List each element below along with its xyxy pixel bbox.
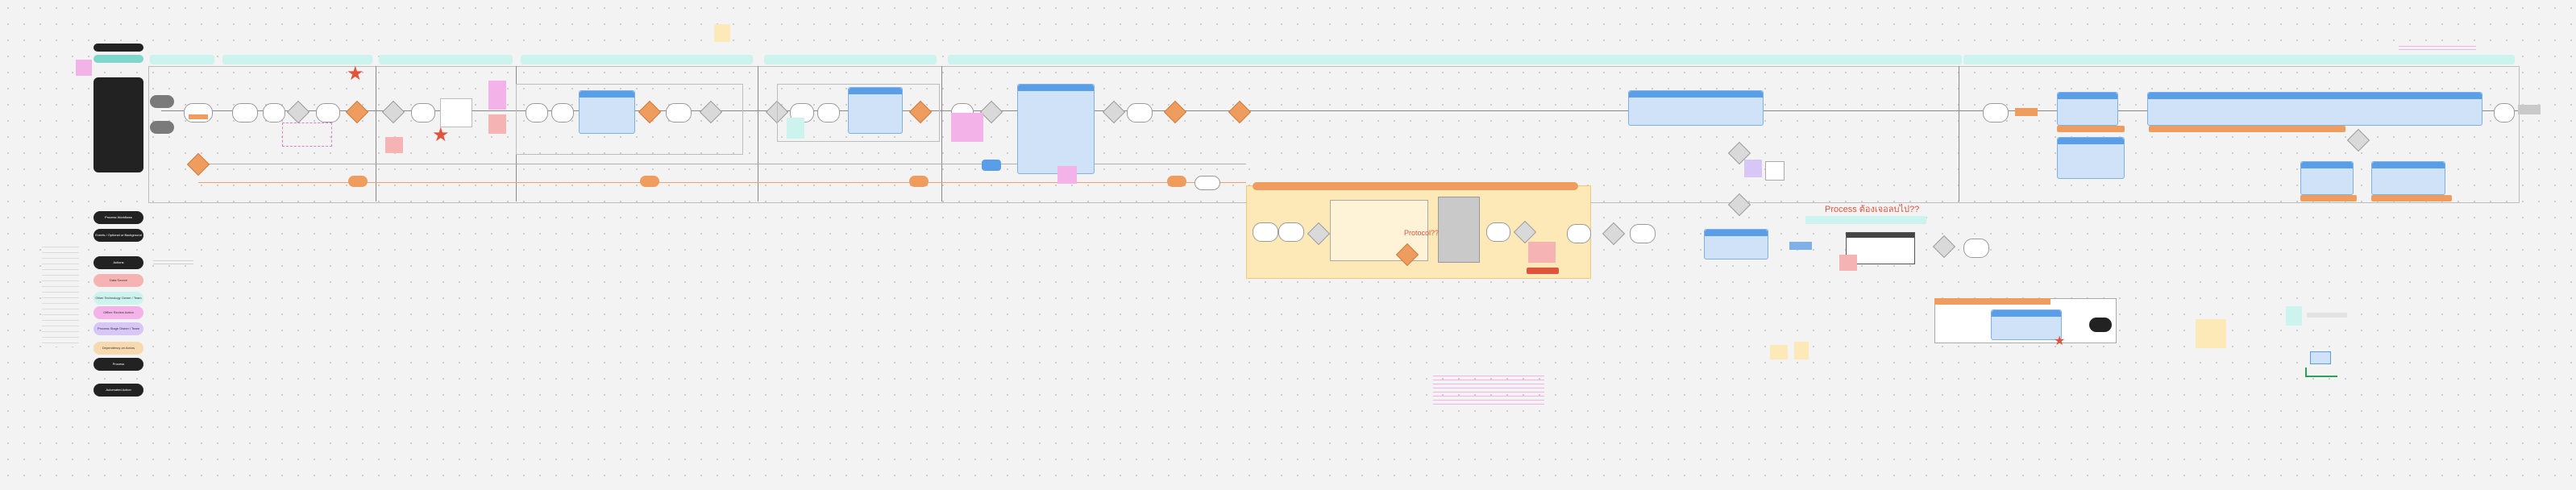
start-node-top	[150, 95, 174, 108]
gray-column	[1438, 197, 1480, 263]
start-node-bottom	[150, 121, 174, 134]
orange-pill	[348, 176, 368, 187]
legend-header-pill	[93, 44, 143, 52]
legend-small-note	[153, 258, 193, 264]
process-node	[316, 103, 340, 122]
process-node	[1278, 222, 1304, 242]
blue-group	[2057, 92, 2118, 126]
legend-other-technology: Other Technology Owner / Team	[93, 292, 143, 305]
blue-button	[982, 160, 1001, 171]
salmon-note	[1839, 255, 1857, 271]
small-screenshot	[1765, 161, 1785, 181]
blue-note	[1789, 242, 1812, 250]
lane-divider	[941, 66, 942, 201]
phase-3	[379, 55, 513, 64]
pink-note	[951, 113, 983, 142]
decision-gray	[1932, 235, 1956, 259]
black-node	[2089, 318, 2112, 332]
pink-annotation	[2399, 44, 2476, 50]
lavender-note	[1744, 160, 1762, 177]
red-button	[1527, 268, 1559, 274]
legend-process: Process	[93, 358, 143, 371]
yellow-sticky	[1794, 342, 1809, 359]
phase-4	[521, 55, 753, 64]
process-node	[1567, 224, 1591, 243]
process-node	[1486, 222, 1510, 242]
legend-events: Events / Optional or Background	[93, 229, 143, 242]
process-node	[1983, 103, 2009, 122]
process-node	[184, 103, 213, 122]
bottom-process-header	[1934, 298, 2050, 305]
process-question-label: Process ต้องเจอลบไป??	[1825, 205, 1920, 214]
phase-1	[150, 55, 214, 64]
salmon-note	[488, 114, 506, 134]
legend-offline-review: Offline Review Action	[93, 306, 143, 319]
legend-automated-action: Automated Action	[93, 384, 143, 397]
orange-bar	[2371, 195, 2452, 201]
star-icon: ★	[347, 63, 364, 85]
pink-note	[1057, 166, 1077, 184]
orange-pill	[909, 176, 929, 187]
salmon-note	[385, 137, 403, 153]
process-node	[263, 103, 285, 122]
legend-dependency: Dependency on Actors	[93, 342, 143, 355]
protocol-label: Protocol??	[1404, 229, 1440, 237]
legend-process-stage-owner: Process Stage Owner / Team	[93, 322, 143, 335]
process-node	[1253, 222, 1278, 242]
pink-note-text	[282, 122, 332, 147]
blue-group	[2371, 161, 2445, 195]
phase-6	[948, 55, 1962, 64]
blue-group	[1628, 90, 1764, 126]
orange-tag	[189, 114, 208, 119]
yellow-sticky	[1770, 345, 1788, 359]
end-node	[2518, 105, 2541, 114]
yellow-sticky	[2196, 319, 2226, 348]
orange-bar	[2057, 126, 2125, 132]
decision-gray	[1602, 222, 1626, 246]
star-icon: ★	[432, 124, 450, 146]
pink-note	[488, 81, 506, 110]
process-node	[1630, 224, 1656, 243]
legend-teal-pill	[93, 55, 143, 63]
blue-group-wide	[2147, 92, 2483, 126]
legend-actions: Actions	[93, 256, 143, 269]
process-node	[411, 103, 435, 122]
blue-group	[2057, 137, 2125, 179]
sticky-pink-note	[76, 60, 92, 76]
process-node	[2494, 103, 2515, 122]
process-node	[1963, 239, 1989, 258]
salmon-note	[1528, 242, 1556, 263]
orange-bar	[2149, 126, 2345, 132]
blue-group	[1991, 309, 2062, 340]
process-node	[232, 103, 258, 122]
orange-bar	[2300, 195, 2357, 201]
subprocess-border	[516, 84, 743, 155]
subprocess-border	[777, 84, 940, 142]
process-node	[1195, 176, 1220, 190]
process-node	[1127, 103, 1153, 122]
pink-annotation	[1433, 372, 1544, 405]
protocol-header	[1253, 182, 1578, 190]
main-black-block	[93, 77, 143, 172]
blue-group	[1017, 84, 1095, 174]
blue-group	[1704, 229, 1768, 260]
blue-group	[2300, 161, 2354, 195]
legend-data-source: Data Source	[93, 274, 143, 287]
yellow-sticky	[714, 24, 730, 42]
legend-notes	[42, 242, 79, 347]
orange-pill	[640, 176, 659, 187]
orange-tag	[2015, 108, 2038, 116]
phase-5	[764, 55, 937, 64]
mini-diagram	[2286, 306, 2362, 380]
list-box	[440, 98, 472, 127]
teal-banner	[1805, 216, 1926, 224]
orange-pill	[1167, 176, 1186, 187]
star-icon: ★	[2054, 334, 2066, 348]
legend-process-workflows: Process Workflows	[93, 211, 143, 224]
phase-7	[1963, 55, 2515, 64]
